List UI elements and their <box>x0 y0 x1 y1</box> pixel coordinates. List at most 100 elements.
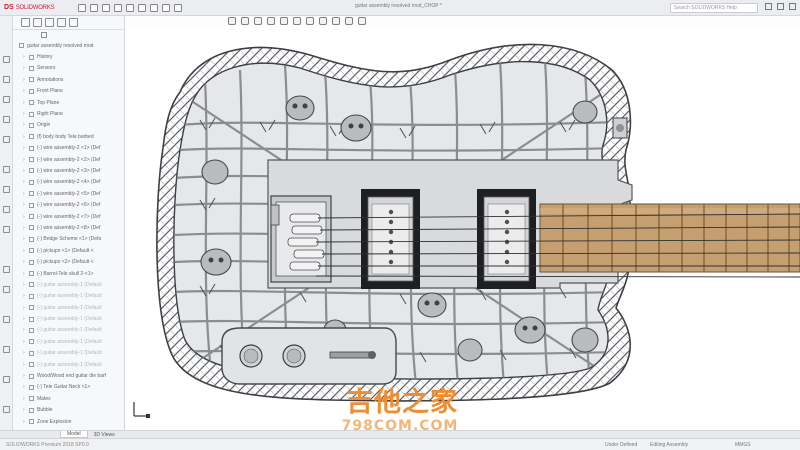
view-orientation-icon[interactable] <box>293 16 301 25</box>
tree-item[interactable]: › Sensors <box>13 63 124 74</box>
configuration-manager-tab-icon[interactable] <box>45 18 54 27</box>
expand-arrow-icon[interactable]: › <box>23 168 27 174</box>
tree-item[interactable]: › (-) wire assembly-2 <6> (Def <box>13 199 124 210</box>
tree-item[interactable]: › (-) wire assembly-2 <5> (Def <box>13 188 124 199</box>
tree-item[interactable]: › Annotations <box>13 74 124 85</box>
tree-item[interactable]: › (-) wire assembly-2 <8> (Def <box>13 222 124 233</box>
strip-tool-icon[interactable] <box>3 376 10 383</box>
tree-item[interactable]: › (-) guitar assembly-1 (Default <box>13 336 124 347</box>
strip-tool-icon[interactable] <box>3 406 10 413</box>
open-icon[interactable] <box>102 3 110 12</box>
expand-arrow-icon[interactable]: › <box>23 384 27 390</box>
expand-arrow-icon[interactable]: › <box>23 65 27 71</box>
expand-arrow-icon[interactable]: › <box>23 305 27 311</box>
dimxpert-tab-icon[interactable] <box>57 18 66 27</box>
graphics-viewport[interactable]: 吉他之家 798COM.COM <box>126 26 800 434</box>
strip-tool-icon[interactable] <box>3 136 10 143</box>
expand-arrow-icon[interactable]: › <box>23 396 27 402</box>
solidworks-logo[interactable]: DS SOLIDWORKS <box>4 2 55 13</box>
expand-arrow-icon[interactable]: › <box>23 54 27 60</box>
minimize-icon[interactable] <box>765 3 772 10</box>
section-view-icon[interactable] <box>267 16 275 25</box>
view-settings-icon[interactable] <box>358 16 366 25</box>
expand-arrow-icon[interactable]: › <box>23 157 27 163</box>
tree-item[interactable]: › (-) pickups <2> (Default < <box>13 256 124 267</box>
feature-manager-tab-icon[interactable] <box>21 18 30 27</box>
tree-item[interactable]: › (-) Bridge Scheme <1> (Defa <box>13 234 124 245</box>
apply-scene-icon[interactable] <box>345 16 353 25</box>
expand-arrow-icon[interactable]: › <box>23 373 27 379</box>
tree-item[interactable]: › (-) wire assembly-2 <1> (Def <box>13 143 124 154</box>
strip-tool-icon[interactable] <box>3 166 10 173</box>
hide-show-items-icon[interactable] <box>319 16 327 25</box>
tree-item[interactable]: › (-) guitar assembly-1 (Default <box>13 359 124 370</box>
strip-tool-icon[interactable] <box>3 76 10 83</box>
previous-view-icon[interactable] <box>254 16 262 25</box>
tree-item[interactable]: › (-) guitar assembly-1 (Default <box>13 279 124 290</box>
expand-arrow-icon[interactable]: › <box>23 134 27 140</box>
strip-tool-icon[interactable] <box>3 96 10 103</box>
expand-arrow-icon[interactable]: › <box>23 339 27 345</box>
zoom-to-fit-icon[interactable] <box>228 16 236 25</box>
expand-arrow-icon[interactable]: › <box>23 225 27 231</box>
select-icon[interactable] <box>150 3 158 12</box>
close-icon[interactable] <box>789 3 796 10</box>
save-icon[interactable] <box>114 3 122 12</box>
tab-model[interactable]: Model <box>60 431 88 438</box>
maximize-icon[interactable] <box>777 3 784 10</box>
tree-item[interactable]: › (-) guitar assembly-1 (Default <box>13 313 124 324</box>
expand-arrow-icon[interactable]: › <box>23 202 27 208</box>
expand-arrow-icon[interactable]: › <box>23 350 27 356</box>
expand-arrow-icon[interactable]: › <box>23 259 27 265</box>
expand-arrow-icon[interactable]: › <box>23 214 27 220</box>
expand-arrow-icon[interactable]: › <box>23 100 27 106</box>
undo-icon[interactable] <box>138 3 146 12</box>
edit-appearance-icon[interactable] <box>332 16 340 25</box>
display-manager-tab-icon[interactable] <box>69 18 78 27</box>
tree-item[interactable]: › (-) guitar assembly-1 (Default <box>13 291 124 302</box>
print-icon[interactable] <box>126 3 134 12</box>
tree-item[interactable]: › History <box>13 51 124 62</box>
tree-item[interactable]: › (-) wire assembly-2 <2> (Def <box>13 154 124 165</box>
tree-item[interactable]: › Origin <box>13 120 124 131</box>
expand-arrow-icon[interactable]: › <box>23 179 27 185</box>
expand-arrow-icon[interactable]: › <box>23 145 27 151</box>
expand-arrow-icon[interactable]: › <box>23 419 27 425</box>
expand-arrow-icon[interactable]: › <box>23 191 27 197</box>
display-style-icon[interactable] <box>306 16 314 25</box>
expand-arrow-icon[interactable]: › <box>23 316 27 322</box>
tree-item[interactable]: › (-) wire assembly-2 <3> (Def <box>13 165 124 176</box>
property-manager-tab-icon[interactable] <box>33 18 42 27</box>
status-units[interactable]: MMGS <box>735 442 751 448</box>
tree-item[interactable]: › Wood/Wood end guitar die barf <box>13 370 124 381</box>
expand-arrow-icon[interactable]: › <box>23 407 27 413</box>
expand-arrow-icon[interactable]: › <box>23 271 27 277</box>
tree-item[interactable]: › Top Plane <box>13 97 124 108</box>
strip-tool-icon[interactable] <box>3 206 10 213</box>
expand-arrow-icon[interactable]: › <box>23 293 27 299</box>
expand-arrow-icon[interactable]: › <box>23 362 27 368</box>
filter-icon[interactable] <box>41 32 47 38</box>
tree-item[interactable]: › (-) guitar assembly-1 (Default <box>13 325 124 336</box>
tree-item[interactable]: › Bubble <box>13 405 124 416</box>
expand-arrow-icon[interactable]: › <box>23 327 27 333</box>
tree-root[interactable]: guitar assembly resolved mod <box>13 40 124 51</box>
tree-item[interactable]: › (-) wire assembly-2 <4> (Def <box>13 177 124 188</box>
tree-item[interactable]: › (-) pickups <1> (Default < <box>13 245 124 256</box>
tree-item[interactable]: › (f) body body Tele barbed <box>13 131 124 142</box>
tree-item[interactable]: › (-) guitar assembly-1 (Default <box>13 302 124 313</box>
tree-item[interactable]: › Front Plane <box>13 86 124 97</box>
expand-arrow-icon[interactable]: › <box>23 111 27 117</box>
home-icon[interactable] <box>78 3 86 12</box>
strip-tool-icon[interactable] <box>3 186 10 193</box>
tree-item[interactable]: › (-) Tele Guitar Neck <1> <box>13 382 124 393</box>
expand-arrow-icon[interactable]: › <box>23 248 27 254</box>
zoom-area-icon[interactable] <box>241 16 249 25</box>
strip-tool-icon[interactable] <box>3 56 10 63</box>
help-search-input[interactable]: Search SOLIDWORKS Help <box>670 3 758 13</box>
expand-arrow-icon[interactable]: › <box>23 122 27 128</box>
strip-tool-icon[interactable] <box>3 226 10 233</box>
tree-item[interactable]: › Mates <box>13 393 124 404</box>
tree-item[interactable]: › (-) guitar assembly-1 (Default <box>13 348 124 359</box>
expand-arrow-icon[interactable]: › <box>23 77 27 83</box>
